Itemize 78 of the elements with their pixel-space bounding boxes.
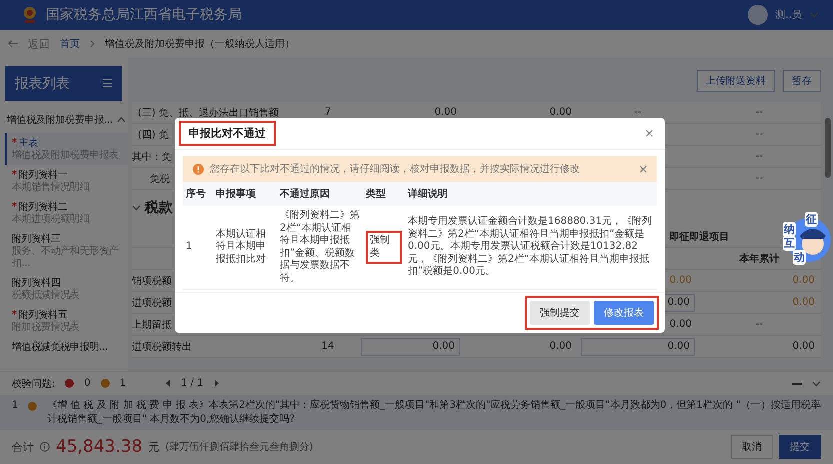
column-header: 不通过原因 xyxy=(277,182,363,206)
mascot-char: 互 xyxy=(783,236,796,251)
amount-field[interactable]: 0.00 xyxy=(581,338,695,356)
table-cell: 本期认证相符且本期申报抵扣比对 xyxy=(213,206,277,290)
currency-unit: 元 xyxy=(148,440,160,454)
menu-icon[interactable] xyxy=(103,79,112,88)
toolbar-button[interactable]: 暂存 xyxy=(783,70,821,92)
site-title: 国家税务总局江西省电子税务局 xyxy=(46,6,243,24)
table-cell: -- xyxy=(698,314,821,336)
row-label: 进项税额转出 xyxy=(132,336,298,358)
item-title: 附列资料五 xyxy=(12,308,128,322)
dialog-title: 申报比对不通过 xyxy=(179,121,276,146)
column-header: 类型 xyxy=(363,182,405,206)
back-arrow-icon[interactable] xyxy=(8,40,18,48)
info-icon xyxy=(40,442,50,452)
line-number: 14 xyxy=(298,336,358,358)
breadcrumb-current: 增值税及附加税费申报（一般纳税人适用） xyxy=(105,38,295,51)
table-cell: 0.00 xyxy=(698,292,821,314)
warning-icon xyxy=(100,379,110,388)
sidebar-item[interactable]: 增值税减免税申报明... xyxy=(5,337,128,357)
table-cell: -- xyxy=(698,124,821,146)
chevron-right-icon xyxy=(90,40,95,48)
toolbar-button[interactable]: 上传附送资料 xyxy=(697,70,775,92)
force-submit-button[interactable]: 强制提交 xyxy=(530,301,590,325)
close-icon[interactable] xyxy=(640,166,647,172)
emblem-icon xyxy=(22,6,38,24)
item-title: 增值税减免税申报明... xyxy=(12,340,109,354)
chevron-down-icon[interactable] xyxy=(132,205,141,211)
section-title: 税款 xyxy=(145,199,173,217)
chevron-up-icon[interactable] xyxy=(117,117,126,123)
error-count: 0 xyxy=(84,378,91,389)
column-header: 序号 xyxy=(183,182,213,206)
error-icon xyxy=(65,379,74,388)
mascot-char: 动 xyxy=(793,250,806,265)
item-title: 附列资料二 xyxy=(12,200,128,214)
breadcrumb-link[interactable]: 首页 xyxy=(60,37,80,51)
page-indicator: 1 / 1 xyxy=(181,378,204,389)
table-cell: 0.00 xyxy=(698,336,821,358)
item-title: 附列资料四 xyxy=(12,276,62,290)
warning-icon xyxy=(28,402,38,411)
message-text: 《增 值 税 及 附 加 税 费 申 报 表》本表第2栏次的"其中：应税货物销售额_一般项目"和第3栏次的"应税劳务销售额_一般项目"本月数都为0，但第1栏次的 "（一）按适用税率计税销售额_一般项目" 本月数不为0,您确认继续提交吗? xyxy=(47,399,821,426)
next-icon[interactable] xyxy=(214,380,219,387)
message-index: 1 xyxy=(12,399,18,412)
table-cell: -- xyxy=(698,102,821,124)
user-name[interactable]: 测..员 xyxy=(776,8,802,22)
close-icon[interactable] xyxy=(646,130,653,137)
cancel-button[interactable]: 取消 xyxy=(731,435,773,459)
type-label: 强制类 xyxy=(366,231,402,264)
group-label: 增值税及附加税费申报... xyxy=(7,114,113,127)
table-cell: 《附列资料二》第2栏“本期认证相符且本期申报抵扣”金额、税额数据与发票数据不符。 xyxy=(277,206,363,290)
item-title: 附列资料一 xyxy=(12,168,128,182)
amount-field[interactable]: 0.00 xyxy=(361,338,460,356)
table-cell: 1 xyxy=(183,206,213,290)
mascot-char: 征 xyxy=(805,212,818,227)
item-title: 附列资料三 xyxy=(12,232,62,246)
sidebar-group[interactable]: 增值税及附加税费申报... xyxy=(5,101,128,133)
sidebar-title: 报表列表 xyxy=(15,74,70,92)
item-title: 主表 xyxy=(12,136,128,150)
edit-report-button[interactable]: 修改报表 xyxy=(594,301,654,325)
column-header: 申报事项 xyxy=(213,182,277,206)
prev-icon[interactable] xyxy=(166,380,172,387)
table-cell: 0.00 xyxy=(463,336,578,358)
check-label: 校验问题: xyxy=(12,378,56,390)
avatar-icon[interactable] xyxy=(748,5,768,25)
table-cell: -- xyxy=(698,146,821,168)
warning-icon xyxy=(193,164,204,174)
amount-in-words: (肆万伍仟捌佰肆拾叁元叁角捌分) xyxy=(166,440,314,454)
mascot-char: 纳 xyxy=(783,222,796,237)
submit-button[interactable]: 提交 xyxy=(779,435,821,459)
minimize-icon[interactable] xyxy=(792,382,802,384)
total-amount: 45,843.38 xyxy=(56,437,143,457)
table-cell: 0.00 xyxy=(698,270,821,292)
table-cell: 本期专用发票认证金额合计数是168880.31元，《附列资料二》第2栏“本期认证相符且当期申报抵扣”金额是0.00元。本期专用发票认证税额合计数是10132.82元，《附列资料二》第2栏“本期认证相符且当期申报抵扣”税额是0.00元。 xyxy=(405,206,657,290)
column-header: 详细说明 xyxy=(405,182,657,206)
total-label: 合计 xyxy=(12,440,34,454)
scrollbar[interactable] xyxy=(825,118,831,178)
chevron-down-icon[interactable] xyxy=(812,380,821,386)
warning-count: 1 xyxy=(120,378,126,389)
